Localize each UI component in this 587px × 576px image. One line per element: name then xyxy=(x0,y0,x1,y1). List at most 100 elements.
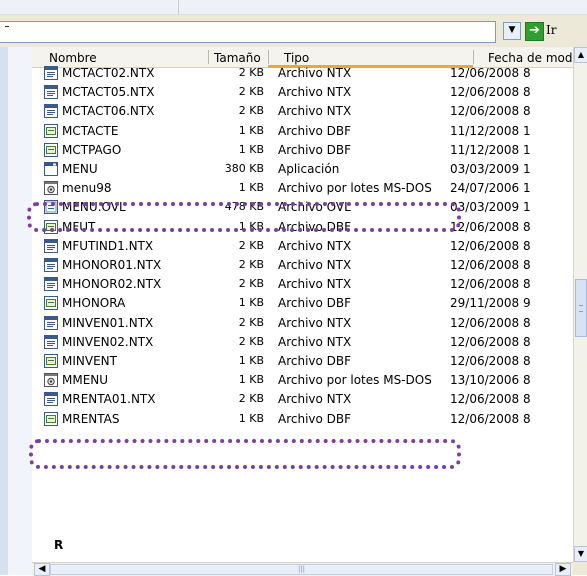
file-row[interactable]: MENU 380 KB Aplicación 03/03/2009 1 xyxy=(32,160,573,179)
dbf-file-icon xyxy=(44,411,58,426)
go-arrow-icon: ➔ xyxy=(525,22,544,41)
file-size: 2 KB xyxy=(238,392,264,406)
file-size: 1 KB xyxy=(238,373,264,387)
column-divider[interactable] xyxy=(208,50,209,64)
dbf-file-icon xyxy=(44,142,58,157)
address-input[interactable] xyxy=(0,21,496,43)
file-type: Archivo NTX xyxy=(278,85,352,100)
column-divider[interactable] xyxy=(268,50,269,64)
file-type: Archivo DBF xyxy=(278,411,352,426)
column-header-name[interactable]: Nombre xyxy=(49,51,97,65)
file-size: 380 KB xyxy=(224,162,264,175)
scroll-down-button[interactable]: ▼ xyxy=(574,546,587,562)
file-name: MCTACT02.NTX xyxy=(62,66,155,80)
file-list: Nombre Tamaño Tipo Fecha de mod MCTACT02… xyxy=(27,47,587,576)
file-date: 12/06/2008 8 xyxy=(450,334,531,349)
file-type: Archivo NTX xyxy=(278,238,352,253)
file-row[interactable]: menu98 1 KB Archivo por lotes MS-DOS 24/07/… xyxy=(32,179,573,198)
file-row[interactable]: MCTPAGO 1 KB Archivo DBF 11/12/2008 1 xyxy=(32,141,573,160)
file-type: Archivo por lotes MS-DOS xyxy=(278,181,432,196)
file-row[interactable]: MHONORA 1 KB Archivo DBF 29/11/2008 9 xyxy=(32,294,573,313)
vertical-scrollbar[interactable]: ▲ ▼ xyxy=(573,47,587,562)
ntx-file-icon xyxy=(44,85,58,100)
file-row[interactable]: MRENTAS 1 KB Archivo DBF 12/06/2008 8 xyxy=(32,410,573,429)
ntx-file-icon xyxy=(44,334,58,349)
batch-file-icon xyxy=(44,181,58,196)
file-type: Archivo NTX xyxy=(278,315,352,330)
file-date: 12/06/2008 8 xyxy=(450,66,531,80)
ntx-file-icon xyxy=(44,258,58,272)
file-row[interactable]: MMENU 1 KB Archivo por lotes MS-DOS 13/10/2… xyxy=(32,371,573,390)
scrollbar-corner xyxy=(573,562,587,575)
dbf-file-icon xyxy=(44,296,58,311)
top-toolbar-strip xyxy=(0,0,587,15)
file-row[interactable]: MCTACT06.NTX 2 KB Archivo NTX 12/06/2008 8 xyxy=(32,102,573,121)
file-name: MFUTIND1.NTX xyxy=(62,238,154,253)
chevron-down-icon: ▼ xyxy=(577,549,585,558)
file-row[interactable]: MINVENT 1 KB Archivo DBF 12/06/2008 8 xyxy=(32,352,573,371)
file-row[interactable]: MHONOR01.NTX 2 KB Archivo NTX 12/06/2008 8 xyxy=(32,256,573,275)
vertical-scroll-thumb[interactable] xyxy=(575,279,587,337)
column-header-type[interactable]: Tipo xyxy=(284,51,309,65)
file-size: 1 KB xyxy=(238,411,264,425)
file-size: 2 KB xyxy=(238,85,264,99)
scroll-up-button[interactable]: ▲ xyxy=(574,47,587,63)
file-date: 24/07/2006 1 xyxy=(450,181,531,196)
file-date: 12/06/2008 8 xyxy=(450,411,531,426)
group-label: R xyxy=(54,538,64,552)
scroll-left-button[interactable]: ◀ xyxy=(34,563,50,576)
file-date: 11/12/2008 1 xyxy=(450,123,531,138)
grip-icon: ||| xyxy=(297,565,306,573)
horizontal-scrollbar[interactable]: ◀ ||| ▶ xyxy=(32,562,573,576)
file-row[interactable]: MINVEN02.NTX 2 KB Archivo NTX 12/06/2008 8 xyxy=(32,333,573,352)
ntx-file-icon xyxy=(44,238,58,253)
file-date: 29/11/2008 9 xyxy=(450,296,531,311)
file-date: 03/03/2009 1 xyxy=(450,200,531,215)
file-row[interactable]: MCTACTE 1 KB Archivo DBF 11/12/2008 1 xyxy=(32,122,573,141)
file-row[interactable]: MRENTA01.NTX 2 KB Archivo NTX 12/06/2008 8 xyxy=(32,390,573,409)
dbf-file-icon xyxy=(44,123,58,138)
file-row[interactable]: MINVEN01.NTX 2 KB Archivo NTX 12/06/2008 8 xyxy=(32,314,573,333)
file-name: MCTPAGO xyxy=(62,142,122,157)
file-size: 2 KB xyxy=(238,104,264,118)
ntx-file-icon xyxy=(44,104,58,119)
horizontal-scroll-thumb[interactable]: ||| xyxy=(50,564,553,575)
file-size: 2 KB xyxy=(238,238,264,252)
file-row[interactable]: MCTACT02.NTX 2 KB Archivo NTX 12/06/2008 8 xyxy=(32,64,573,83)
chevron-right-icon: ▶ xyxy=(559,564,567,574)
file-type: Archivo NTX xyxy=(278,334,352,349)
address-dropdown-button[interactable]: ▼ xyxy=(503,22,521,40)
file-size: 1 KB xyxy=(238,296,264,310)
scroll-right-button[interactable]: ▶ xyxy=(555,563,571,576)
column-header-size[interactable]: Tamaño xyxy=(214,51,261,65)
column-divider[interactable] xyxy=(473,50,474,64)
ntx-file-icon xyxy=(44,277,58,292)
go-button[interactable]: ➔ Ir xyxy=(525,21,563,41)
application-icon xyxy=(44,162,58,176)
file-type: Archivo NTX xyxy=(278,277,352,292)
file-type: Aplicación xyxy=(278,162,340,176)
file-type: Archivo NTX xyxy=(278,104,352,119)
file-size: 2 KB xyxy=(238,334,264,348)
file-name: MHONOR01.NTX xyxy=(62,258,162,272)
file-row[interactable]: MHONOR02.NTX 2 KB Archivo NTX 12/06/2008 8 xyxy=(32,275,573,294)
column-header-date[interactable]: Fecha de mod xyxy=(488,51,573,65)
file-size: 1 KB xyxy=(238,142,264,156)
file-name: menu98 xyxy=(62,181,112,196)
batch-file-icon xyxy=(44,373,58,388)
file-row[interactable]: MCTACT05.NTX 2 KB Archivo NTX 12/06/2008 8 xyxy=(32,83,573,102)
file-date: 12/06/2008 8 xyxy=(450,392,531,407)
file-row[interactable]: MFUTIND1.NTX 2 KB Archivo NTX 12/06/2008 8 xyxy=(32,237,573,256)
file-type: Archivo DBF xyxy=(278,142,352,157)
file-name: MHONORA xyxy=(62,296,126,311)
file-type: Archivo DBF xyxy=(278,354,352,368)
file-date: 12/06/2008 8 xyxy=(450,238,531,253)
file-type: Archivo NTX xyxy=(278,392,352,407)
file-name: MCTACT05.NTX xyxy=(62,85,155,100)
file-date: 03/03/2009 1 xyxy=(450,162,531,176)
file-size: 1 KB xyxy=(238,354,264,367)
file-name: MHONOR02.NTX xyxy=(62,277,162,292)
file-name: MENU xyxy=(62,162,98,176)
file-type: Archivo DBF xyxy=(278,123,352,138)
file-name: MINVENT xyxy=(62,354,117,368)
